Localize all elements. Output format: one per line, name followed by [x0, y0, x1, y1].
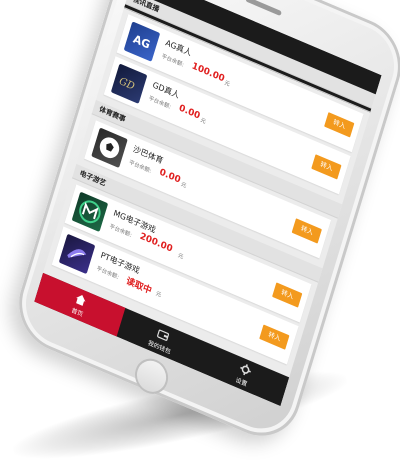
mg-logo-icon — [71, 191, 109, 233]
balance-value: 0.00 — [158, 167, 182, 186]
transfer-in-button[interactable]: 转入 — [259, 324, 290, 350]
balance-value: 读取中 — [124, 276, 153, 297]
gd-logo-icon: GD — [110, 63, 148, 104]
transfer-in-button[interactable]: 转入 — [311, 154, 342, 180]
speaker-grille — [245, 0, 282, 17]
transfer-in-button[interactable]: 转入 — [324, 112, 355, 138]
balance-value: 100.00 — [190, 61, 226, 85]
balance-unit: 元 — [223, 80, 231, 89]
svg-text:GD: GD — [118, 76, 136, 93]
balance-unit: 元 — [154, 290, 162, 299]
phone-home-button — [130, 353, 173, 400]
transfer-in-button[interactable]: 转入 — [272, 282, 303, 308]
balance-unit: 元 — [199, 117, 207, 126]
balance-value: 0.00 — [177, 103, 202, 122]
ag-logo-icon: AG — [123, 21, 161, 62]
balance-unit: 元 — [177, 252, 184, 261]
app-screen: 视讯直播 AG AG真人 平台余额: 100.00 元 转入 GD GD真人 平… — [34, 0, 382, 407]
pt-logo-icon — [58, 233, 96, 275]
transfer-in-button[interactable]: 转入 — [291, 218, 322, 244]
balance-value: 200.00 — [138, 231, 174, 255]
balance-unit: 元 — [179, 181, 187, 190]
soccer-ball-icon — [91, 127, 128, 168]
svg-text:AG: AG — [132, 32, 152, 51]
